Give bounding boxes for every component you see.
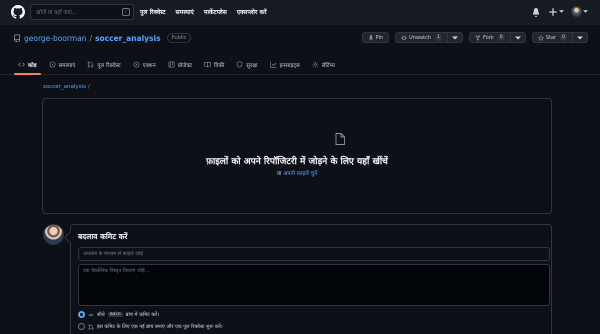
table-icon [168,61,175,68]
chevron-down-icon [514,36,521,39]
star-button[interactable]: Star 0 [531,32,588,43]
star-dropdown[interactable] [572,33,587,42]
chevron-down-icon [583,10,588,13]
repo-header: george-boorman / soccer_analysis Public … [0,25,600,75]
commit-form-title: बदलाव कमिट करें [78,232,128,241]
book-icon [204,62,211,68]
graph-icon [269,61,276,68]
fork-dropdown[interactable] [509,33,525,42]
visibility-badge: Public [166,33,192,43]
issue-icon [49,61,56,68]
nav-marketplace[interactable]: मार्केटप्लेस [204,8,227,16]
unwatch-count: 1 [435,34,443,41]
tab-wiki[interactable]: विकी [198,54,230,75]
repo-owner-link[interactable]: george-boorman [24,34,87,43]
tab-label: एक्शन [142,62,156,69]
fork-count: 0 [497,34,505,41]
pin-icon [368,34,373,41]
avatar [571,6,582,17]
pull-request-icon [88,61,94,68]
drop-zone-title: फ़ाइलों को अपने रिपॉजिटरी में जोड़ने के … [206,157,388,167]
eye-icon [401,35,407,40]
code-icon [18,62,25,67]
nav-pull-requests[interactable]: पुल रिक्वेस्ट [140,8,166,16]
play-icon [133,61,140,68]
nav-issues[interactable]: समस्याएं [176,8,194,16]
file-icon [335,133,345,145]
tab-code[interactable]: कोड [12,54,43,75]
fork-button[interactable]: Fork 0 [469,32,526,43]
unwatch-dropdown[interactable] [447,33,462,42]
tab-label: विकी [214,62,225,69]
commit-option-new-branch[interactable]: इस कमिट के लिए एक नई ब्रांच बनाएं और एक … [78,323,223,330]
gear-icon [312,61,319,68]
star-count: 0 [560,34,567,41]
star-icon [537,34,544,41]
search-input[interactable]: खोजें या यहाँ जाएं... / [30,4,134,20]
fork-icon [475,34,480,40]
unwatch-button[interactable]: Unwatch 1 [395,32,464,43]
github-logo-icon[interactable] [11,5,25,19]
create-new-menu[interactable] [548,7,564,17]
commit-option-direct[interactable]: सीधे main ब्रांच में कमिट करें। [78,311,159,318]
breadcrumb: soccer_analysis / [43,84,90,90]
commit-new-branch-radio[interactable] [78,323,85,330]
search-placeholder: खोजें या यहाँ जाएं... [36,10,78,16]
repo-title: george-boorman / soccer_analysis Public [13,33,192,43]
chevron-down-icon [452,36,459,39]
nav-explore[interactable]: एक्सप्लोर करें [237,8,267,16]
chevron-down-icon [577,36,583,39]
commit-direct-prefix: सीधे [97,311,105,318]
tab-settings[interactable]: सेटिंग्स [306,54,341,75]
repo-actions: Pin Unwatch 1 Fork 0 Star 0 [361,32,588,43]
choose-files-link[interactable]: अपनी फ़ाइलें चुनें [283,171,317,177]
tab-actions[interactable]: एक्शन [127,54,162,75]
commit-summary-input[interactable] [78,247,550,261]
chevron-down-icon [559,10,564,13]
header-actions [531,6,588,17]
tab-label: सेटिंग्स [321,62,335,69]
search-shortcut-hint: / [122,8,130,16]
breadcrumb-separator: / [87,84,90,90]
tab-pull-requests[interactable]: पुल रिक्वेस्ट [81,54,126,75]
user-menu[interactable] [571,6,588,17]
global-header: खोजें या यहाँ जाएं... / पुल रिक्वेस्ट सम… [0,0,600,25]
tab-projects[interactable]: प्रोजेक्ट [162,54,198,75]
pull-request-icon [88,323,94,330]
tab-label: पुल रिक्वेस्ट [97,62,121,69]
shield-icon [237,61,243,68]
branch-name: main [107,312,123,317]
file-drop-zone[interactable]: फ़ाइलों को अपने रिपॉजिटरी में जोड़ने के … [42,98,552,214]
commit-form: बदलाव कमिट करें सीधे main ब्रांच में कमि… [70,224,552,334]
tab-insights[interactable]: इनसाइट्स [264,54,306,75]
global-nav: पुल रिक्वेस्ट समस्याएं मार्केटप्लेस एक्स… [140,8,267,16]
breadcrumb-repo-link[interactable]: soccer_analysis [43,84,86,90]
star-label: Star [545,34,556,41]
tab-security[interactable]: सुरक्षा [230,54,263,75]
tab-label: समस्याएं [58,62,76,69]
tab-label: इनसाइट्स [279,62,300,69]
commit-description-textarea[interactable] [78,264,550,306]
repo-tabs: कोड समस्याएं पुल रिक्वेस्ट एक्शन प्रोजेक… [12,54,341,75]
fork-label: Fork [483,34,494,41]
tab-label: प्रोजेक्ट [177,62,193,69]
plus-icon [549,7,557,16]
commit-direct-suffix: ब्रांच में कमिट करें। [125,311,160,318]
repo-name-link[interactable]: soccer_analysis [95,34,160,43]
pin-label: Pin [375,34,384,41]
unwatch-label: Unwatch [409,34,432,41]
avatar [43,224,64,245]
pin-button[interactable]: Pin [361,32,390,43]
repo-title-separator: / [89,33,93,43]
commit-new-branch-label: इस कमिट के लिए एक नई ब्रांच बनाएं और एक … [97,323,223,330]
tab-label: कोड [28,62,37,69]
drop-zone-choose: या अपनी फ़ाइलें चुनें [43,169,551,177]
tab-label: सुरक्षा [246,62,258,69]
bell-icon[interactable] [531,7,541,17]
commit-icon [88,313,94,316]
tab-issues[interactable]: समस्याएं [43,54,82,75]
drop-zone-or: या [276,171,282,177]
repo-icon [13,34,20,42]
commit-direct-radio[interactable] [78,311,85,318]
